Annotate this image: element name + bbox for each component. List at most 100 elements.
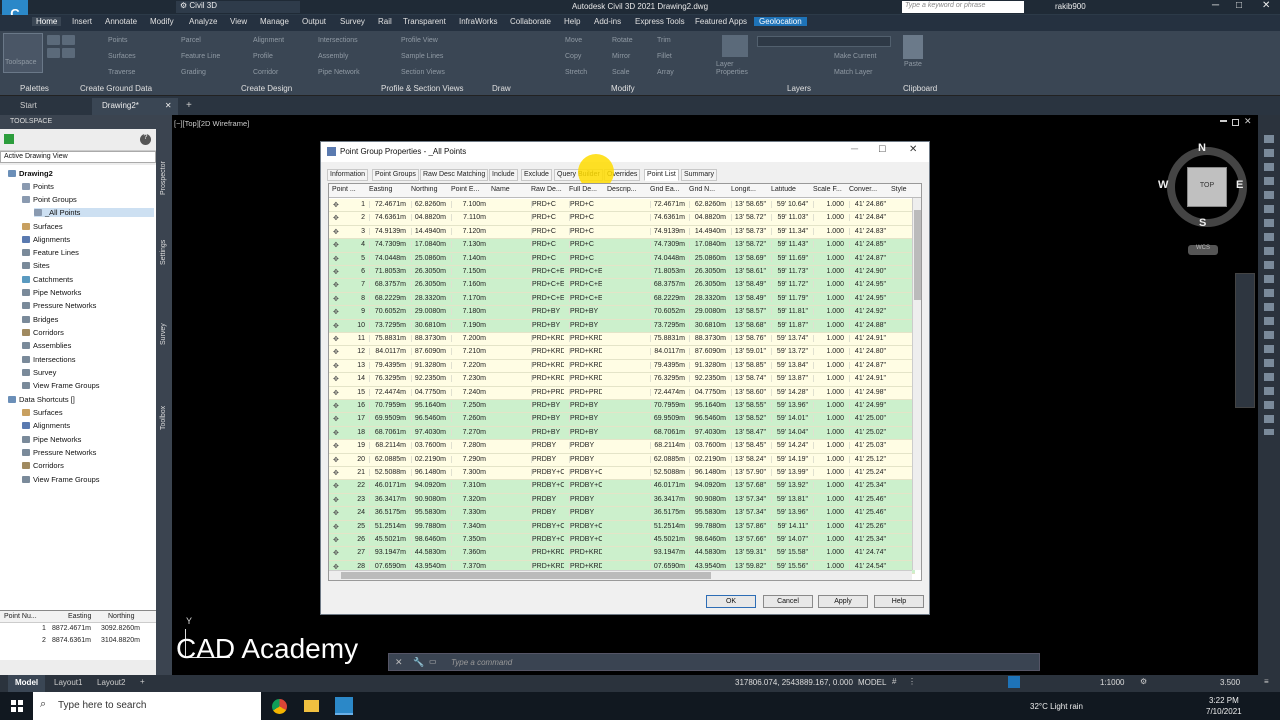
cell[interactable]: 96.1480m [689, 469, 726, 476]
cell[interactable]: 41' 24.99" [849, 402, 886, 409]
wcs-menu[interactable]: WCS [1188, 245, 1218, 255]
cell[interactable]: 13' 58.76" [731, 335, 766, 342]
cell[interactable]: 04.8820m [689, 214, 726, 222]
cell[interactable]: 41' 24.91" [849, 375, 886, 383]
tab-rail[interactable]: Rail [378, 17, 392, 26]
column-header[interactable]: Point ... [332, 186, 368, 193]
view-dropdown[interactable]: Active Drawing View [0, 151, 156, 163]
cell[interactable]: 59' 11.87" [771, 321, 808, 329]
scrollbar-thumb[interactable] [914, 210, 921, 300]
cell[interactable]: 7.150m [451, 268, 486, 275]
tree-ds-pipe-networks[interactable]: Pipe Networks [22, 435, 81, 444]
tree-view-frame-groups[interactable]: View Frame Groups [22, 381, 100, 390]
cell[interactable]: 91.3280m [689, 361, 726, 369]
cell[interactable]: 1.000 [813, 201, 844, 208]
move-tool[interactable]: Move [565, 37, 582, 44]
cell[interactable]: 69.9509m [650, 415, 685, 423]
dialog-close-icon[interactable]: ✕ [909, 144, 917, 155]
tab-manage[interactable]: Manage [260, 17, 289, 26]
cell[interactable]: 1 [332, 201, 365, 208]
sample-lines-tool[interactable]: Sample Lines [401, 53, 443, 60]
cell[interactable]: 7.140m [451, 254, 486, 262]
cell[interactable]: 6 [332, 268, 365, 275]
viewport-restore-icon[interactable] [1232, 119, 1239, 126]
cell[interactable]: 41' 24.87" [849, 361, 886, 369]
table-row[interactable]: ✥ 8 68.2229m 28.3320m 7.170m PRD+C+E PRD+C+E 68… [329, 292, 915, 307]
civil3d-taskbar-icon[interactable] [335, 697, 353, 715]
cell[interactable]: PRDBY [569, 442, 602, 450]
parcel-tool[interactable]: Parcel [181, 37, 201, 44]
cell[interactable]: 13' 58.74" [731, 375, 766, 383]
cell[interactable]: 52.5088m [650, 469, 685, 476]
cell[interactable]: PRDBY+C [531, 536, 564, 543]
cell[interactable]: 13 [332, 362, 365, 369]
cell[interactable]: 1.000 [813, 402, 844, 409]
cell[interactable]: 1.000 [813, 281, 844, 289]
cell[interactable]: PRD+C [569, 254, 602, 262]
cell[interactable]: 29.0080m [689, 308, 726, 316]
cell[interactable]: 7.200m [451, 335, 486, 342]
scrollbar-thumb[interactable] [341, 572, 711, 579]
tree-data-shortcuts[interactable]: Data Shortcuts [] [8, 395, 75, 404]
cell[interactable]: PRD+KRD [531, 335, 564, 342]
table-row[interactable]: ✥ 7 68.3757m 26.3050m 7.160m PRD+C+E PRD+C+E 68… [329, 279, 915, 293]
cell[interactable]: 59' 14.01" [771, 415, 808, 423]
cell[interactable]: 13' 59.82" [731, 562, 766, 570]
cell[interactable]: 88.3730m [689, 335, 726, 342]
cell[interactable]: 1.000 [813, 227, 844, 235]
cell[interactable]: 13' 58.49" [731, 294, 766, 302]
cell[interactable]: 59' 14.24" [771, 442, 808, 450]
cell[interactable]: PRD+BY [531, 308, 564, 316]
cell[interactable]: 41' 25.26" [849, 522, 886, 530]
viewport-label[interactable]: [−][Top][2D Wireframe] [174, 119, 249, 128]
navigation-bar[interactable] [1235, 273, 1255, 408]
cell[interactable]: PRDBY [531, 509, 564, 517]
cell[interactable]: 41' 24.54" [849, 562, 886, 570]
cell[interactable]: 59' 11.43" [771, 241, 808, 249]
table-row[interactable]: ✥ 1 72.4671m 62.8260m 7.100m PRD+C PRD+C 72.467… [329, 199, 915, 213]
cell[interactable]: 7.220m [451, 361, 486, 369]
cell[interactable]: PRD+C [569, 201, 602, 208]
cell[interactable]: 74.6361m [650, 214, 685, 222]
cell[interactable]: PRD+C [531, 214, 564, 222]
cell[interactable]: 02.2190m [689, 455, 726, 463]
cell[interactable]: 36.3417m [369, 495, 406, 503]
cell[interactable]: 13' 58.65" [731, 201, 766, 208]
cell[interactable]: 5 [332, 255, 365, 262]
cell[interactable]: 19 [332, 442, 365, 449]
cell[interactable]: 1.000 [813, 482, 844, 490]
doc-tab-drawing2[interactable]: Drawing2* ✕ [92, 98, 178, 115]
cell[interactable]: 68.7061m [650, 428, 685, 436]
cell[interactable]: PRDBY+C [531, 482, 564, 490]
cell[interactable]: 76.3295m [650, 375, 685, 383]
tab-analyze[interactable]: Analyze [189, 17, 217, 26]
cell[interactable]: 75.8831m [369, 335, 406, 342]
assembly-tool[interactable]: Assembly [318, 53, 348, 60]
cell[interactable]: 95.1640m [411, 402, 446, 409]
table-row[interactable]: ✥ 11 75.8831m 88.3730m 7.200m PRD+KRD PRD+KRD 7… [329, 333, 915, 347]
snap-icon[interactable]: ⋮ [908, 677, 916, 686]
paste-icon[interactable] [903, 35, 923, 59]
cell[interactable]: 59' 13.92" [771, 482, 808, 490]
cell[interactable]: 87.6090m [689, 348, 726, 356]
table-row[interactable]: ✥ 4 74.7309m 17.0840m 7.130m PRD+C PRD+C 74.730… [329, 239, 915, 253]
cell[interactable]: 14.4940m [689, 227, 726, 235]
cell[interactable]: 73.7295m [369, 321, 406, 329]
table-row[interactable]: ✥ 16 70.7959m 95.1640m 7.250m PRD+BY PRD+BY 70.… [329, 400, 915, 414]
column-header[interactable]: Raw De... [531, 186, 567, 193]
table-row[interactable]: ✥ 26 45.5021m 98.6460m 7.350m PRDBY+C PRDBY+C 4… [329, 534, 915, 548]
cell[interactable]: PRDBY [569, 455, 602, 463]
cell[interactable]: PRD+C+E [569, 268, 602, 275]
cell[interactable]: 14 [332, 375, 365, 382]
cell[interactable]: 70.6052m [650, 308, 685, 316]
tab-add-ins[interactable]: Add-ins [594, 17, 621, 26]
cell[interactable]: 62.0885m [650, 455, 685, 463]
cell[interactable]: PRD+KRD [569, 549, 602, 557]
tab-raw-desc-matching[interactable]: Raw Desc Matching [420, 169, 489, 181]
cell[interactable]: 1.000 [813, 214, 844, 222]
cell[interactable]: 13' 58.69" [731, 254, 766, 262]
cell[interactable]: 41' 25.12" [849, 455, 886, 463]
cell[interactable]: 59' 14.19" [771, 455, 808, 463]
palette-icon[interactable] [62, 35, 75, 45]
cell[interactable]: 04.7750m [689, 388, 726, 396]
